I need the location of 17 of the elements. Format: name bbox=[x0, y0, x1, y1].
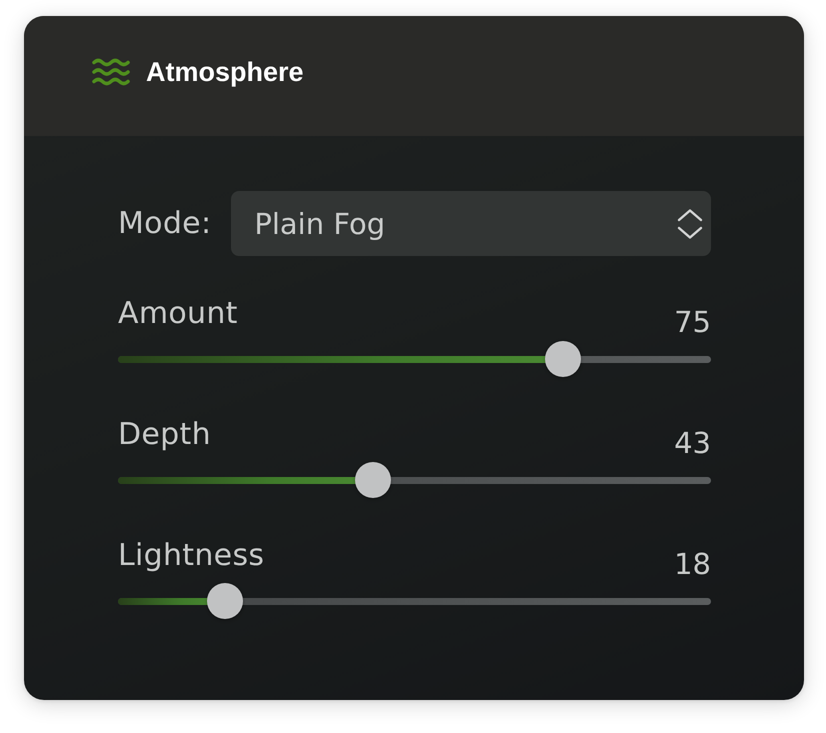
slider-label: Amount bbox=[118, 296, 238, 332]
up-down-chevron-icon bbox=[676, 208, 704, 240]
slider-value: 75 bbox=[674, 304, 711, 340]
slider-value: 18 bbox=[674, 546, 711, 582]
slider-value: 43 bbox=[674, 425, 711, 461]
mode-label: Mode: bbox=[118, 206, 212, 242]
slider-thumb[interactable] bbox=[354, 462, 391, 498]
slider-track[interactable] bbox=[118, 583, 711, 619]
mode-dropdown[interactable]: Plain Fog bbox=[231, 191, 711, 256]
waves-icon bbox=[92, 58, 130, 86]
panel-title: Atmosphere bbox=[146, 56, 304, 88]
slider-track[interactable] bbox=[118, 462, 711, 498]
slider-label: Depth bbox=[118, 417, 211, 453]
slider-thumb[interactable] bbox=[544, 341, 581, 377]
slider-label: Lightness bbox=[118, 538, 264, 574]
slider-thumb[interactable] bbox=[206, 583, 243, 619]
slider-track[interactable] bbox=[118, 341, 711, 377]
